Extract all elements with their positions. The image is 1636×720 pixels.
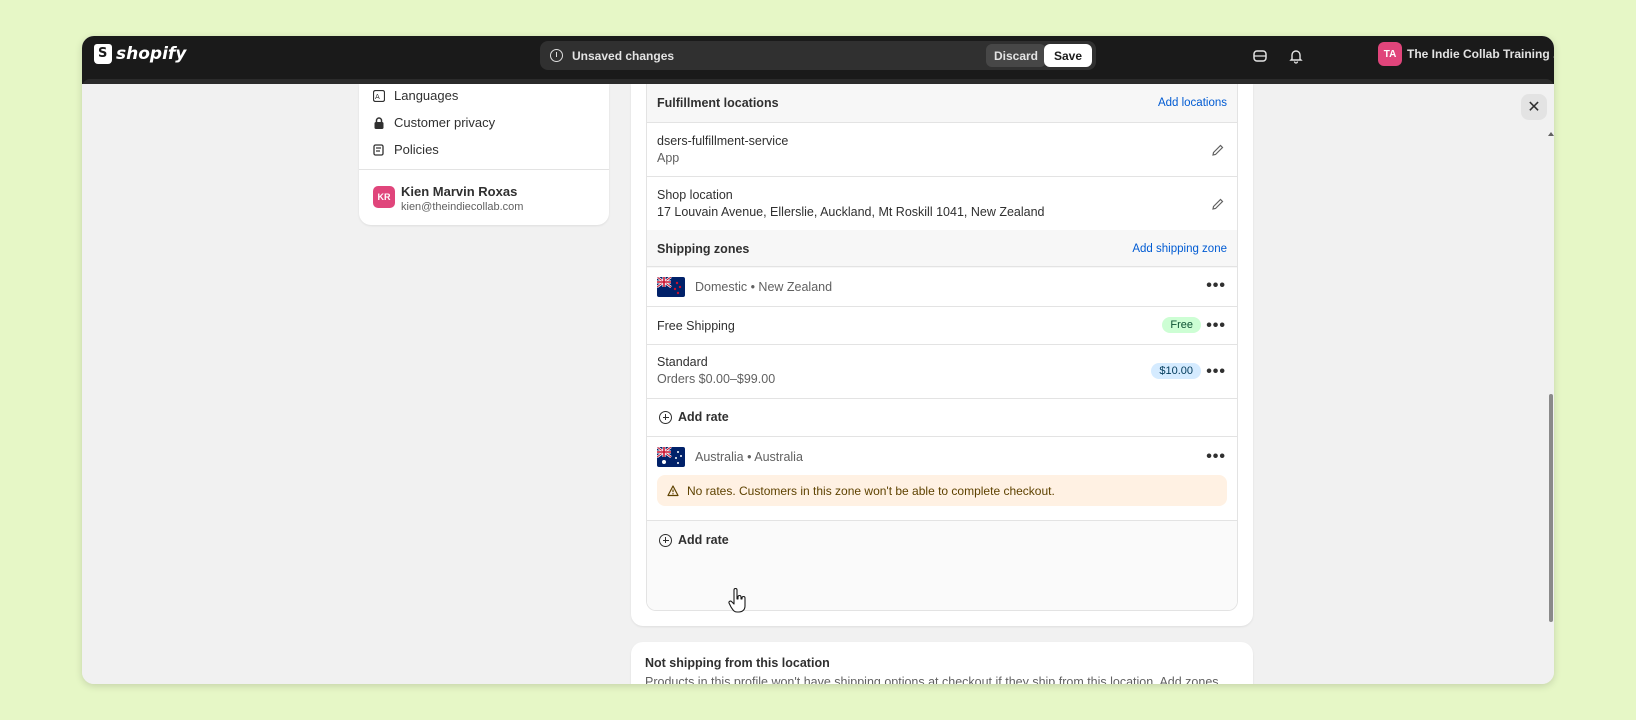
lock-icon xyxy=(374,116,384,129)
rate-condition: Orders $0.00–$99.00 xyxy=(657,372,776,386)
rate-name: Free Shipping xyxy=(657,319,735,333)
user-name[interactable]: Kien Marvin Roxas xyxy=(401,184,517,199)
shopify-bag-icon xyxy=(94,44,112,64)
brand-name: shopify xyxy=(116,44,187,64)
close-button[interactable]: ✕ xyxy=(1521,94,1547,120)
info-icon xyxy=(550,49,563,62)
fulfillment-locations-header: Fulfillment locations Add locations xyxy=(647,84,1237,122)
edit-pencil-icon[interactable] xyxy=(1211,197,1225,211)
shipping-zones-header: Shipping zones Add shipping zone xyxy=(647,230,1237,268)
add-rate-button[interactable]: Add rate xyxy=(659,533,729,547)
top-bar: shopify Unsaved changes Discard Save TA … xyxy=(82,36,1554,89)
location-address: 17 Louvain Avenue, Ellerslie, Auckland, … xyxy=(657,205,1045,219)
unsaved-changes-bar: Unsaved changes Discard Save xyxy=(540,41,1096,70)
location-group: Fulfillment locations Add locations dser… xyxy=(646,84,1238,611)
rate-price-badge: Free xyxy=(1162,317,1201,333)
sidebar-item-customer-privacy[interactable]: Customer privacy xyxy=(373,115,495,130)
add-rate-button[interactable]: Add rate xyxy=(659,410,729,424)
sidebar-item-label: Policies xyxy=(394,142,439,157)
not-shipping-title: Not shipping from this location xyxy=(645,656,830,670)
scrollbar-thumb[interactable] xyxy=(1549,394,1553,622)
sidebar-item-label: Languages xyxy=(394,88,459,103)
shipping-profile-card: Fulfillment locations Add locations dser… xyxy=(631,84,1253,626)
add-rate-row: Add rate xyxy=(647,398,1237,437)
sidekick-icon[interactable] xyxy=(1252,48,1268,64)
scroll-up-arrow-icon[interactable] xyxy=(1548,132,1554,136)
more-actions-icon[interactable]: ••• xyxy=(1206,364,1226,380)
section-title: Shipping zones xyxy=(657,242,750,256)
location-detail: App xyxy=(657,151,680,165)
browser-window: shopify Unsaved changes Discard Save TA … xyxy=(82,36,1554,684)
close-icon: ✕ xyxy=(1527,99,1541,116)
location-row: dsers-fulfillment-service App xyxy=(647,122,1237,177)
zone-label: Australia • Australia xyxy=(695,450,803,464)
australia-flag-icon xyxy=(657,447,685,467)
store-name[interactable]: The Indie Collab Training ... xyxy=(1407,47,1554,61)
plus-circle-icon xyxy=(659,533,672,547)
policies-icon xyxy=(373,143,384,156)
add-rate-label: Add rate xyxy=(678,410,729,424)
sidebar-item-label: Customer privacy xyxy=(394,115,496,130)
rate-name: Standard xyxy=(657,355,708,369)
warning-text: No rates. Customers in this zone won't b… xyxy=(687,483,1055,498)
scrollbar[interactable] xyxy=(1547,132,1554,684)
user-email: kien@theindiecollab.com xyxy=(401,201,524,213)
section-title: Fulfillment locations xyxy=(657,96,779,110)
add-rate-label: Add rate xyxy=(678,533,729,547)
rate-row: Standard Orders $0.00–$99.00 $10.00 ••• xyxy=(647,344,1237,399)
user-avatar[interactable]: KR xyxy=(373,186,395,208)
rate-price-badge: $10.00 xyxy=(1151,363,1201,379)
more-actions-icon[interactable]: ••• xyxy=(1206,278,1226,294)
settings-sidebar: A Languages Customer privacy Policies KR… xyxy=(359,84,609,225)
no-rates-warning: No rates. Customers in this zone won't b… xyxy=(657,475,1227,506)
bell-icon[interactable] xyxy=(1288,48,1304,64)
edit-pencil-icon[interactable] xyxy=(1211,143,1225,157)
divider xyxy=(359,169,609,170)
discard-button[interactable]: Discard xyxy=(985,44,1046,67)
plus-circle-icon xyxy=(659,410,672,424)
languages-icon: A xyxy=(373,89,385,102)
shopify-logo[interactable]: shopify xyxy=(94,44,186,64)
more-actions-icon[interactable]: ••• xyxy=(1206,318,1226,334)
not-shipping-text: Products in this profile won't have ship… xyxy=(645,675,1219,684)
new-zealand-flag-icon xyxy=(657,277,685,297)
more-actions-icon[interactable]: ••• xyxy=(1206,449,1226,465)
settings-content: A Languages Customer privacy Policies KR… xyxy=(82,84,1554,684)
hand-cursor-icon xyxy=(728,588,746,613)
sidebar-item-languages[interactable]: A Languages xyxy=(373,88,458,103)
store-avatar[interactable]: TA xyxy=(1378,42,1402,66)
add-locations-link[interactable]: Add locations xyxy=(1158,97,1227,109)
warning-triangle-icon xyxy=(667,484,679,496)
save-button[interactable]: Save xyxy=(1043,44,1092,67)
add-shipping-zone-link[interactable]: Add shipping zone xyxy=(1132,243,1227,255)
zone-header-domestic: Domestic • New Zealand ••• xyxy=(647,266,1237,307)
sidebar-item-policies[interactable]: Policies xyxy=(373,142,439,157)
zone-label: Domestic • New Zealand xyxy=(695,280,833,294)
not-shipping-card: Not shipping from this location Products… xyxy=(631,642,1253,684)
location-name: Shop location xyxy=(657,188,733,202)
unsaved-text: Unsaved changes xyxy=(572,48,675,63)
location-name: dsers-fulfillment-service xyxy=(657,134,789,148)
location-row: Shop location 17 Louvain Avenue, Ellersl… xyxy=(647,176,1237,231)
rate-row: Free Shipping Free ••• xyxy=(647,306,1237,345)
svg-text:A: A xyxy=(375,93,380,101)
